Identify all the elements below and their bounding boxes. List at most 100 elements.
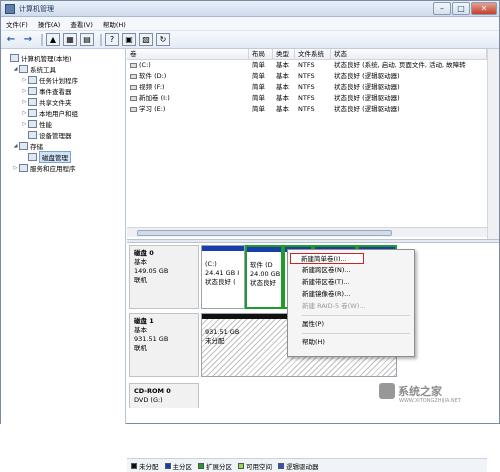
- menu-help[interactable]: 帮助(H): [98, 19, 131, 29]
- menu-action[interactable]: 操作(A): [33, 19, 66, 29]
- column-status[interactable]: 状态: [331, 49, 487, 59]
- table-row[interactable]: 学习 (E:) 简单 基本 NTFS 状态良好 (逻辑驱动器): [127, 104, 487, 115]
- refresh-icon[interactable]: ↻: [156, 33, 170, 46]
- context-menu-item[interactable]: 新建简单卷(I)...: [290, 253, 364, 264]
- export-list-icon[interactable]: ▧: [139, 33, 153, 46]
- vertical-scrollbar[interactable]: [487, 49, 499, 239]
- context-menu-item[interactable]: 新建跨区卷(N)...: [290, 265, 412, 276]
- table-cell: NTFS: [298, 72, 315, 80]
- back-arrow-icon[interactable]: ←: [4, 33, 18, 46]
- legend-label: 可用空间: [246, 462, 272, 471]
- expand-arrow-icon[interactable]: ▷: [12, 165, 19, 171]
- table-row[interactable]: 新加卷 (I:) 简单 基本 NTFS 状态良好 (逻辑驱动器): [127, 93, 487, 104]
- disk-label[interactable]: CD-ROM 0 DVD (G:): [129, 383, 199, 408]
- properties-icon[interactable]: ▣: [122, 33, 136, 46]
- expand-arrow-icon[interactable]: ▷: [21, 77, 28, 83]
- expand-arrow-icon[interactable]: ▷: [21, 121, 28, 127]
- disk-name: 磁盘 1: [134, 317, 154, 325]
- context-menu-item[interactable]: 新建镜像卷(R)...: [290, 289, 412, 300]
- legend-swatch: [238, 462, 244, 469]
- disk-status: 联机: [134, 276, 147, 284]
- tree-node[interactable]: ▷ 事件查看器: [1, 85, 125, 96]
- legend: 未分配 主分区 扩展分区 可用空间 逻辑驱动器: [127, 458, 487, 472]
- tree-node[interactable]: ◢ 系统工具: [1, 63, 125, 74]
- disk-type: 基本: [134, 258, 147, 266]
- tree-node-icon: [28, 86, 37, 95]
- maximize-button[interactable]: □: [452, 2, 470, 15]
- tree-node[interactable]: ▷ 本地用户和组: [1, 107, 125, 118]
- scrollbar-thumb[interactable]: [137, 230, 392, 236]
- tree-node-label: 磁盘管理: [39, 150, 71, 163]
- tree-node-icon: [28, 152, 37, 161]
- table-cell: 简单: [252, 83, 265, 91]
- disk-status: 联机: [134, 344, 147, 352]
- expand-arrow-icon[interactable]: ▷: [21, 110, 28, 116]
- table-row[interactable]: 视频 (F:) 简单 基本 NTFS 状态良好 (逻辑驱动器): [127, 82, 487, 93]
- expand-arrow-icon[interactable]: ◢: [12, 66, 19, 72]
- menu-file[interactable]: 文件(F): [1, 19, 33, 29]
- forward-arrow-icon[interactable]: →: [21, 33, 35, 46]
- table-cell: NTFS: [298, 83, 315, 91]
- horizontal-scrollbar[interactable]: [127, 227, 487, 237]
- partition-size: 24.41 GB I: [205, 269, 240, 277]
- tree-node[interactable]: 磁盘管理: [1, 150, 125, 163]
- minimize-button[interactable]: –: [433, 2, 451, 15]
- menu-bar: 文件(F) 操作(A) 查看(V) 帮助(H): [1, 17, 499, 31]
- partition-bar: [202, 246, 244, 251]
- partition-status: 状态良好: [250, 279, 276, 287]
- table-cell: NTFS: [298, 105, 315, 113]
- column-layout[interactable]: 布局: [249, 49, 273, 59]
- tree-node-icon: [28, 108, 37, 117]
- help-icon[interactable]: ?: [105, 33, 119, 46]
- partition-size: 24.00 GB: [250, 270, 281, 278]
- table-cell: 学习 (E:): [127, 104, 249, 115]
- column-volume[interactable]: 卷: [127, 49, 249, 59]
- legend-label: 逻辑驱动器: [286, 462, 319, 471]
- watermark-logo-icon: [379, 383, 395, 399]
- tree-node[interactable]: 设备管理器: [1, 129, 125, 140]
- context-menu: 新建简单卷(I)... 新建跨区卷(N)... 新建带区卷(T)... 新建镜像卷(R…: [287, 249, 415, 357]
- tree-node-label: 计算机管理(本地): [21, 54, 72, 63]
- partition[interactable]: 软件 (D 24.00 GB 状态良好: [245, 245, 283, 309]
- tree-node-label: 系统工具: [30, 65, 56, 74]
- legend-item: 扩展分区: [198, 461, 232, 471]
- up-folder-icon[interactable]: ▲: [46, 33, 60, 46]
- tree-node-icon: [10, 53, 19, 62]
- table-cell: 基本: [276, 105, 289, 113]
- tree-node[interactable]: ▷ 共享文件夹: [1, 96, 125, 107]
- context-menu-item[interactable]: 属性(P): [290, 319, 412, 330]
- disk-name: CD-ROM 0: [134, 387, 171, 395]
- expand-arrow-icon[interactable]: ◢: [12, 143, 19, 149]
- title-bar: 计算机管理 – □ ✕: [1, 1, 499, 17]
- table-row[interactable]: (C:) 简单 基本 NTFS 状态良好 (系统, 启动, 页面文件, 活动, 故障转: [127, 60, 487, 71]
- disk-label[interactable]: 磁盘 1 基本 931.51 GB 联机: [129, 313, 199, 377]
- menu-separator: [302, 315, 410, 316]
- legend-item: 可用空间: [238, 461, 272, 471]
- tree-node-label: 服务和应用程序: [30, 164, 76, 173]
- tree-node[interactable]: ▷ 任务计划程序: [1, 74, 125, 85]
- expand-arrow-icon[interactable]: ▷: [21, 99, 28, 105]
- table-cell: 软件 (D:): [127, 71, 249, 82]
- table-cell: 简单: [252, 94, 265, 102]
- column-filesystem[interactable]: 文件系统: [295, 49, 331, 59]
- close-button[interactable]: ✕: [471, 2, 497, 15]
- tree-node-icon: [28, 97, 37, 106]
- expand-arrow-icon[interactable]: ▷: [21, 88, 28, 94]
- table-cell: 简单: [252, 105, 265, 113]
- menu-view[interactable]: 查看(V): [65, 19, 98, 29]
- context-menu-item[interactable]: 帮助(H): [290, 337, 412, 348]
- partition[interactable]: (C:) 24.41 GB I 状态良好 (: [201, 245, 245, 309]
- tree-node[interactable]: ▷ 性能: [1, 118, 125, 129]
- tree-node-label: 任务计划程序: [39, 76, 78, 85]
- context-menu-item: 新建 RAID-5 卷(W)...: [302, 302, 366, 310]
- table-row[interactable]: 软件 (D:) 简单 基本 NTFS 状态良好 (逻辑驱动器): [127, 71, 487, 82]
- disk-label[interactable]: 磁盘 0 基本 149.05 GB 联机: [129, 245, 199, 309]
- tree-node[interactable]: ▷ 服务和应用程序: [1, 162, 125, 173]
- tree-node[interactable]: ◢ 存储: [1, 140, 125, 151]
- disk-view-icon[interactable]: ▤: [80, 33, 94, 46]
- tree-node[interactable]: 计算机管理(本地): [1, 52, 125, 63]
- show-tree-icon[interactable]: ▦: [63, 33, 77, 46]
- context-menu-item[interactable]: 新建带区卷(T)...: [290, 277, 412, 288]
- column-type[interactable]: 类型: [273, 49, 295, 59]
- legend-item: 逻辑驱动器: [278, 461, 319, 471]
